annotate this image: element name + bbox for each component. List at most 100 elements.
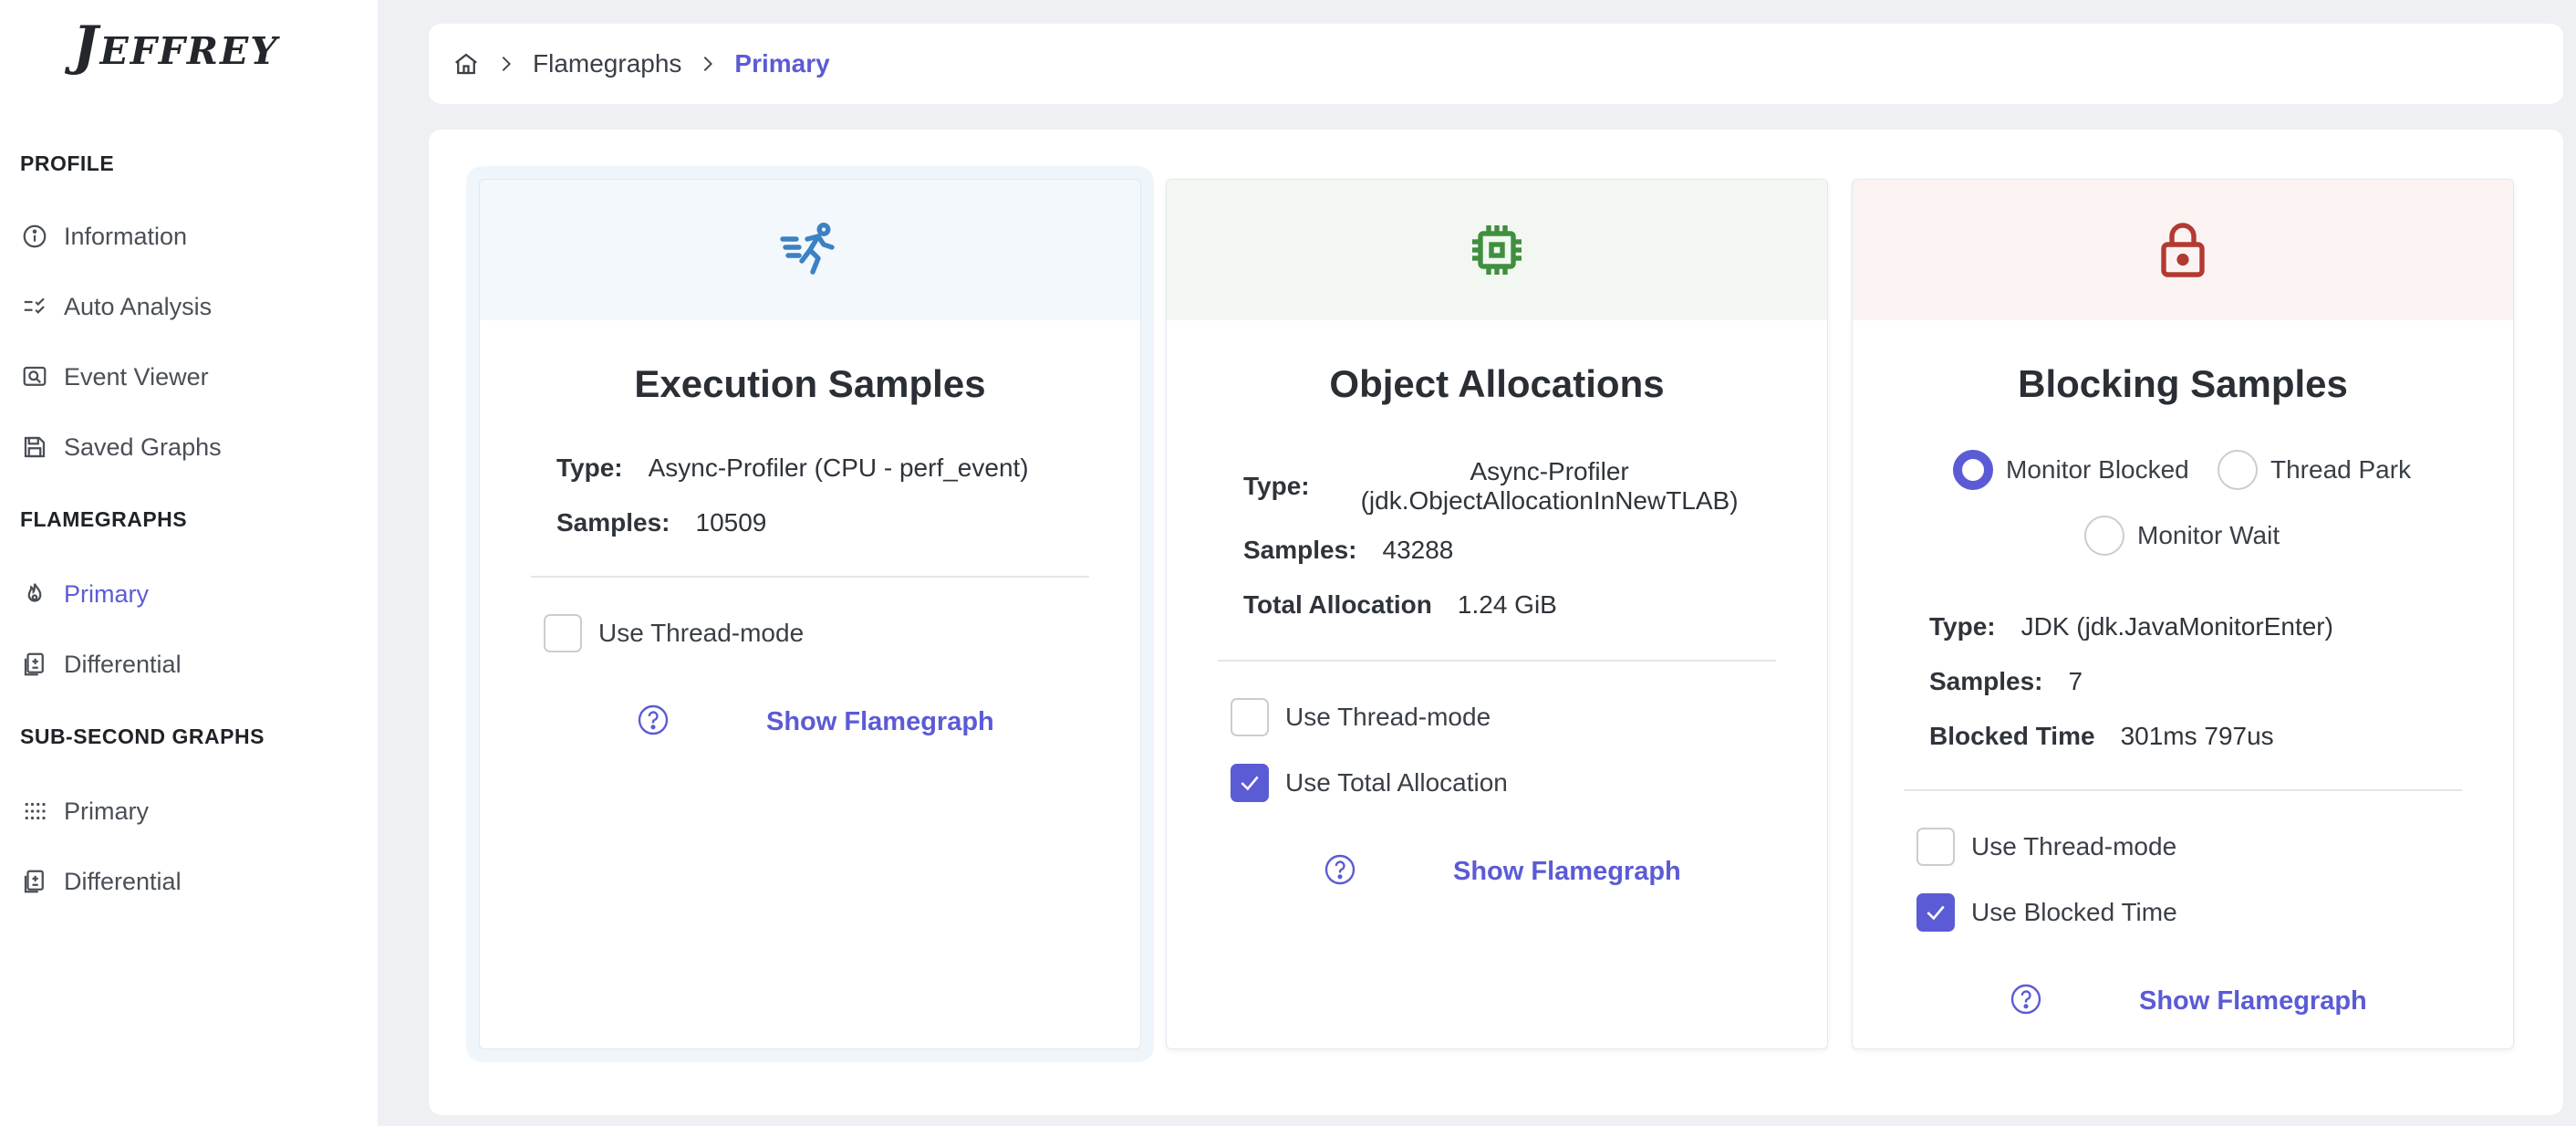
section-title-flamegraphs: FLAMEGRAPHS [20,507,188,531]
show-flamegraph-button[interactable]: Show Flamegraph [2139,986,2367,1017]
divider [531,576,1089,578]
sidebar-item-auto-analysis[interactable]: Auto Analysis [20,287,358,327]
use-thread-mode-checkbox[interactable]: Use Thread-mode [1916,828,2176,866]
sidebar-item-label: Auto Analysis [64,292,213,320]
checkbox-label: Use Thread-mode [598,619,805,647]
flame-icon [20,579,49,609]
sidebar-item-saved-graphs[interactable]: Saved Graphs [20,427,358,467]
radio-label: Thread Park [2270,455,2412,484]
show-flamegraph-button[interactable]: Show Flamegraph [766,707,994,737]
radio-monitor-blocked[interactable]: Monitor Blocked [1953,450,2189,490]
type-row: Type: Async-Profiler (jdk.ObjectAllocati… [1243,457,1739,516]
radio-circle[interactable] [2084,516,2124,556]
floppy-disk-icon [20,433,49,462]
samples-label: Samples: [1929,667,2043,695]
help-icon[interactable] [637,704,670,736]
card-header [1167,180,1827,320]
card-title: Object Allocations [1329,362,1665,405]
sidebar-item-information[interactable]: Information [20,216,358,256]
radio-label: Monitor Wait [2137,521,2280,549]
divider [1218,660,1776,662]
file-diff-icon [20,867,49,896]
cpu-chip-icon [1472,225,1522,275]
sidebar-item-label: Differential [64,867,182,895]
card-object-allocations[interactable]: Object Allocations Type: Async-Profiler … [1166,179,1828,1049]
total-allocation-value: 1.24 GiB [1457,590,1557,619]
samples-value: 7 [2068,667,2083,695]
sidebar: Jeffrey PROFILE Information Auto Analysi… [0,0,378,1126]
help-icon[interactable] [1324,853,1356,886]
type-value-line: (jdk.ObjectAllocationInNewTLAB) [1360,486,1739,515]
type-label: Type: [556,454,623,482]
show-flamegraph-button[interactable]: Show Flamegraph [1453,857,1681,887]
use-thread-mode-checkbox[interactable]: Use Thread-mode [544,614,804,652]
total-allocation-row: Total Allocation 1.24 GiB [1243,590,1557,620]
chevron-right-icon [698,54,718,74]
checkmark-icon [1241,776,1259,791]
checkbox-box[interactable] [544,614,582,652]
search-image-icon [20,362,49,391]
total-allocation-label: Total Allocation [1243,590,1432,619]
use-blocked-time-checkbox[interactable]: Use Blocked Time [1916,893,2177,932]
checkbox-box[interactable] [1916,893,1955,932]
sidebar-item-subsecond-primary[interactable]: Primary [20,791,358,831]
sidebar-item-flamegraph-differential[interactable]: Differential [20,644,358,684]
type-row: Type: JDK (jdk.JavaMonitorEnter) [1929,612,2333,641]
card-execution-samples[interactable]: Execution Samples Type: Async-Profiler (… [479,179,1141,1049]
samples-label: Samples: [556,508,670,537]
help-icon[interactable] [2010,983,2042,1016]
divider [1904,789,2462,791]
radio-thread-park[interactable]: Thread Park [2218,450,2411,490]
checkbox-label: Use Thread-mode [1971,832,2177,860]
samples-value: 10509 [695,508,767,537]
type-label: Type: [1929,612,1996,641]
sidebar-item-label: Primary [64,579,149,608]
type-value-line: Async-Profiler [1470,457,1629,485]
home-icon[interactable] [452,50,480,78]
info-circle-icon [20,222,49,251]
radio-label: Monitor Blocked [2006,455,2189,484]
card-header [1853,180,2513,320]
grid-dots-icon [20,797,49,826]
file-diff-icon [20,650,49,679]
radio-monitor-wait[interactable]: Monitor Wait [2084,516,2280,556]
sidebar-item-label: Information [64,222,188,250]
type-value: Async-Profiler (jdk.ObjectAllocationInNe… [1361,457,1739,516]
radio-circle[interactable] [1953,450,1993,490]
sidebar-item-label: Differential [64,650,182,678]
sidebar-item-event-viewer[interactable]: Event Viewer [20,357,358,397]
checkmark-icon [1927,905,1945,921]
sidebar-item-label: Event Viewer [64,362,209,391]
chevron-right-icon [496,54,516,74]
type-value: Async-Profiler (CPU - perf_event) [648,454,1029,482]
use-total-allocation-checkbox[interactable]: Use Total Allocation [1231,764,1508,802]
blocked-time-value: 301ms 797us [2120,722,2274,750]
section-title-profile: PROFILE [20,151,115,175]
checkbox-label: Use Total Allocation [1285,768,1508,797]
checkbox-box[interactable] [1231,764,1269,802]
use-thread-mode-checkbox[interactable]: Use Thread-mode [1231,698,1491,736]
running-figure-icon [780,223,835,275]
brand-logo[interactable]: Jeffrey [73,15,279,77]
checkbox-box[interactable] [1231,698,1269,736]
checklist-icon [20,292,49,321]
samples-row: Samples: 10509 [556,508,766,537]
radio-circle[interactable] [2218,450,2258,490]
checkbox-box[interactable] [1916,828,1955,866]
sidebar-item-flamegraph-primary[interactable]: Primary [20,574,358,614]
checkbox-label: Use Thread-mode [1285,703,1491,731]
sidebar-item-label: Primary [64,797,149,825]
samples-label: Samples: [1243,536,1357,564]
section-title-sub-second-graphs: SUB-SECOND GRAPHS [20,725,265,748]
type-value: JDK (jdk.JavaMonitorEnter) [2020,612,2333,641]
card-title: Execution Samples [634,362,986,405]
type-label: Type: [1243,472,1310,500]
sidebar-item-subsecond-differential[interactable]: Differential [20,861,358,902]
breadcrumb: Flamegraphs Primary [429,24,2563,104]
card-title: Blocking Samples [2018,362,2348,405]
breadcrumb-item-current: Primary [734,49,830,78]
breadcrumb-item-flamegraphs[interactable]: Flamegraphs [533,49,681,78]
samples-value: 43288 [1382,536,1454,564]
card-blocking-samples[interactable]: Blocking Samples Monitor Blocked Thread … [1852,179,2514,1049]
blocked-time-row: Blocked Time 301ms 797us [1929,722,2274,751]
